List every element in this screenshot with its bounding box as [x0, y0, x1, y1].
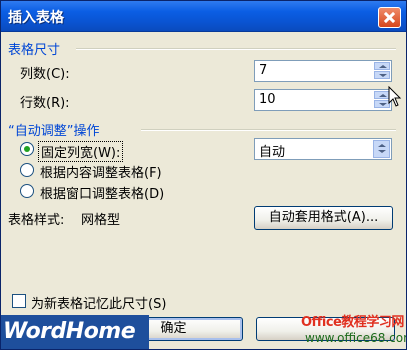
remember-size-label[interactable]: 为新表格记忆此尺寸(S) [31, 293, 166, 312]
columns-label: 列数(C): [20, 67, 70, 82]
table-size-separator [76, 48, 396, 50]
insert-table-dialog: 插入表格 表格尺寸 列数(C): 7 行数(R): 10 “自动调整”操作 固定… [0, 0, 407, 350]
mouse-cursor-icon [388, 86, 402, 107]
columns-value[interactable]: 7 [259, 63, 267, 78]
columns-spin-arrows[interactable] [374, 62, 390, 80]
fixed-width-radio[interactable] [20, 142, 34, 156]
close-button[interactable] [378, 7, 401, 28]
wordhome-watermark-text: WordHome [3, 319, 136, 344]
table-style-value: 网格型 [81, 213, 121, 228]
office68-watermark: Office教程学习网 www.office68.com [301, 311, 407, 349]
title-bar: 插入表格 [1, 1, 406, 32]
autofit-window-label[interactable]: 根据窗口调整表格(D) [40, 183, 164, 202]
dialog-title: 插入表格 [8, 10, 64, 26]
autoformat-button[interactable]: 自动套用格式(A)... [254, 206, 393, 230]
table-style-label: 表格样式: [8, 213, 65, 228]
office68-watermark-title: Office教程学习网 [301, 315, 404, 330]
column-width-spin-button[interactable] [373, 140, 390, 158]
office68-watermark-url: www.office68.com [305, 331, 407, 345]
column-width-value[interactable]: 自动 [259, 141, 285, 160]
columns-down-icon[interactable] [374, 71, 390, 79]
columns-spinner[interactable]: 7 [254, 60, 392, 82]
remember-size-checkbox[interactable] [12, 294, 26, 308]
table-size-heading: 表格尺寸 [8, 43, 61, 58]
autofit-separator [141, 129, 396, 131]
rows-label: 行数(R): [20, 96, 70, 111]
autofit-heading: “自动调整”操作 [8, 124, 100, 139]
rows-value[interactable]: 10 [259, 92, 276, 107]
column-width-combo[interactable]: 自动 [254, 138, 392, 160]
wordhome-watermark: WordHome [1, 315, 149, 349]
autofit-content-radio[interactable] [20, 163, 34, 177]
column-width-down-icon[interactable] [378, 150, 386, 153]
autofit-content-label[interactable]: 根据内容调整表格(F) [40, 162, 162, 181]
autofit-window-radio[interactable] [20, 184, 34, 198]
columns-up-icon[interactable] [374, 62, 390, 70]
column-width-up-icon[interactable] [378, 144, 386, 147]
fixed-width-label[interactable]: 固定列宽(W): [38, 141, 124, 162]
rows-spinner[interactable]: 10 [254, 89, 392, 111]
